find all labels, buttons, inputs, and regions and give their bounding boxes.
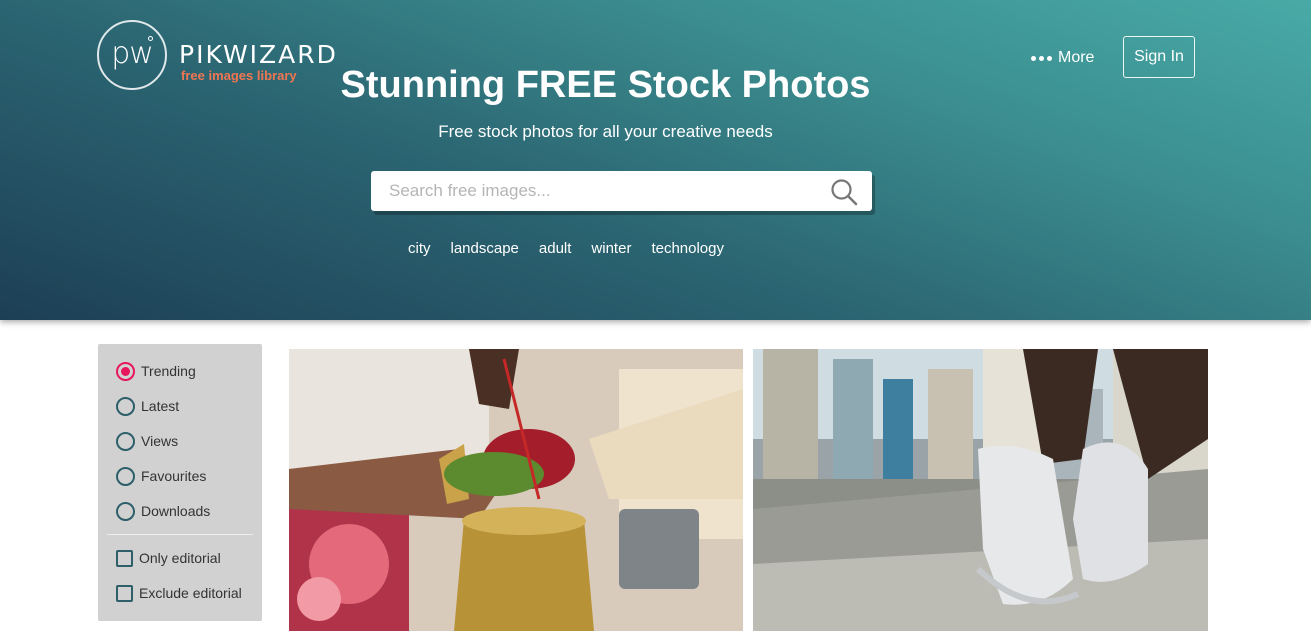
- sneakers-fence-photo: [753, 349, 1208, 631]
- filter-views[interactable]: Views: [116, 430, 178, 452]
- filter-panel: Trending Latest Views Favourites Downloa…: [98, 344, 262, 621]
- filter-label: Latest: [141, 398, 180, 414]
- filter-latest[interactable]: Latest: [116, 395, 179, 417]
- tag-link[interactable]: adult: [539, 240, 572, 257]
- photo-thumbnail[interactable]: [289, 349, 743, 631]
- filter-exclude-editorial[interactable]: Exclude editorial: [116, 582, 242, 604]
- page-title: Stunning FREE Stock Photos: [340, 64, 871, 106]
- filter-divider: [107, 534, 253, 535]
- tag-link[interactable]: landscape: [451, 240, 519, 257]
- filter-label: Downloads: [141, 503, 211, 519]
- radio[interactable]: [116, 431, 135, 451]
- more-label: More: [1058, 49, 1095, 66]
- search-input[interactable]: [389, 171, 819, 211]
- tag-link[interactable]: city: [408, 240, 431, 257]
- more-dots-icon: [1031, 55, 1052, 61]
- sign-in-button[interactable]: Sign In: [1123, 36, 1195, 78]
- tag-link[interactable]: technology: [651, 240, 724, 257]
- filter-downloads[interactable]: Downloads: [116, 500, 210, 522]
- logo-tagline: free images library: [181, 68, 297, 83]
- photo-thumbnail[interactable]: [753, 349, 1208, 631]
- search-bar: [371, 171, 872, 211]
- filter-label: Only editorial: [139, 550, 221, 566]
- wedding-ritual-photo: [289, 349, 743, 631]
- more-menu-button[interactable]: More: [1031, 47, 1094, 69]
- logo-mark: pw: [97, 20, 167, 90]
- tag-link[interactable]: winter: [591, 240, 631, 257]
- filter-label: Views: [141, 433, 179, 449]
- checkbox[interactable]: [116, 584, 133, 602]
- hero-header: pw PIKWIZARD free images library More Si…: [0, 0, 1311, 320]
- filter-label: Trending: [141, 363, 196, 379]
- search-icon[interactable]: [830, 178, 858, 206]
- page-subtitle: Free stock photos for all your creative …: [438, 122, 773, 141]
- radio[interactable]: [116, 466, 135, 486]
- filter-label: Exclude editorial: [139, 585, 242, 601]
- radio[interactable]: [116, 396, 135, 416]
- filter-trending[interactable]: Trending: [116, 360, 196, 382]
- popular-tags: city landscape adult winter technology: [408, 240, 724, 257]
- filter-favourites[interactable]: Favourites: [116, 465, 206, 487]
- filter-only-editorial[interactable]: Only editorial: [116, 547, 221, 569]
- radio[interactable]: [116, 501, 135, 521]
- radio-checked[interactable]: [116, 361, 135, 381]
- checkbox[interactable]: [116, 549, 133, 567]
- filter-label: Favourites: [141, 468, 207, 484]
